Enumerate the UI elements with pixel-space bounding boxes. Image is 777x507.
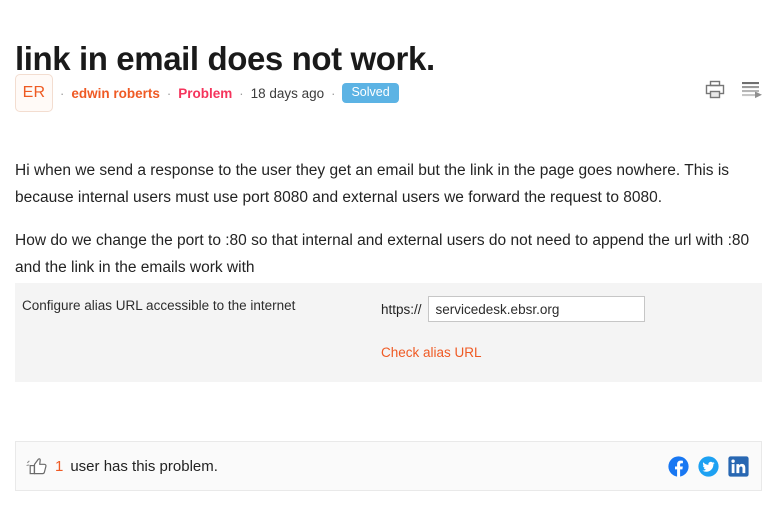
printer-icon[interactable] (705, 80, 725, 99)
post-timestamp: 18 days ago (250, 85, 325, 101)
alias-url-input[interactable] (427, 296, 645, 322)
follow-feed-icon[interactable] (741, 80, 763, 99)
meta-separator-4: · (331, 85, 336, 101)
social-share-group (668, 455, 749, 477)
check-alias-url-link[interactable]: Check alias URL (381, 345, 482, 360)
post-actions (705, 80, 763, 99)
page-title: link in email does not work. (15, 40, 435, 78)
thumbs-up-icon[interactable] (26, 456, 48, 477)
vote-count: 1 (55, 457, 64, 475)
meta-separator-2: · (166, 85, 172, 101)
meta-separator-3: · (239, 85, 244, 101)
author-link[interactable]: edwin roberts (71, 86, 160, 101)
post-paragraph-2: How do we change the port to :80 so that… (15, 231, 750, 276)
status-badge: Solved (342, 82, 399, 104)
vote-text: user has this problem. (70, 457, 218, 475)
article-page: link in email does not work. ER · edwin … (0, 0, 777, 507)
url-scheme-label: https:// (381, 301, 422, 317)
alias-url-panel: Configure alias URL accessible to the in… (15, 283, 762, 382)
vote-group[interactable]: 1 user has this problem. (26, 456, 218, 477)
alias-url-row: https:// (381, 296, 645, 322)
facebook-icon[interactable] (668, 455, 689, 477)
linkedin-icon[interactable] (728, 455, 749, 477)
alias-url-label: Configure alias URL accessible to the in… (22, 298, 296, 313)
post-meta-row: ER · edwin roberts · Problem · 18 days a… (15, 74, 399, 112)
vote-footer-bar: 1 user has this problem. (15, 441, 762, 491)
post-type-label: Problem (178, 85, 233, 101)
post-paragraph-1: Hi when we send a response to the user t… (15, 161, 730, 206)
avatar[interactable]: ER (15, 74, 53, 112)
twitter-icon[interactable] (698, 455, 719, 477)
meta-separator-1: · (60, 85, 65, 101)
